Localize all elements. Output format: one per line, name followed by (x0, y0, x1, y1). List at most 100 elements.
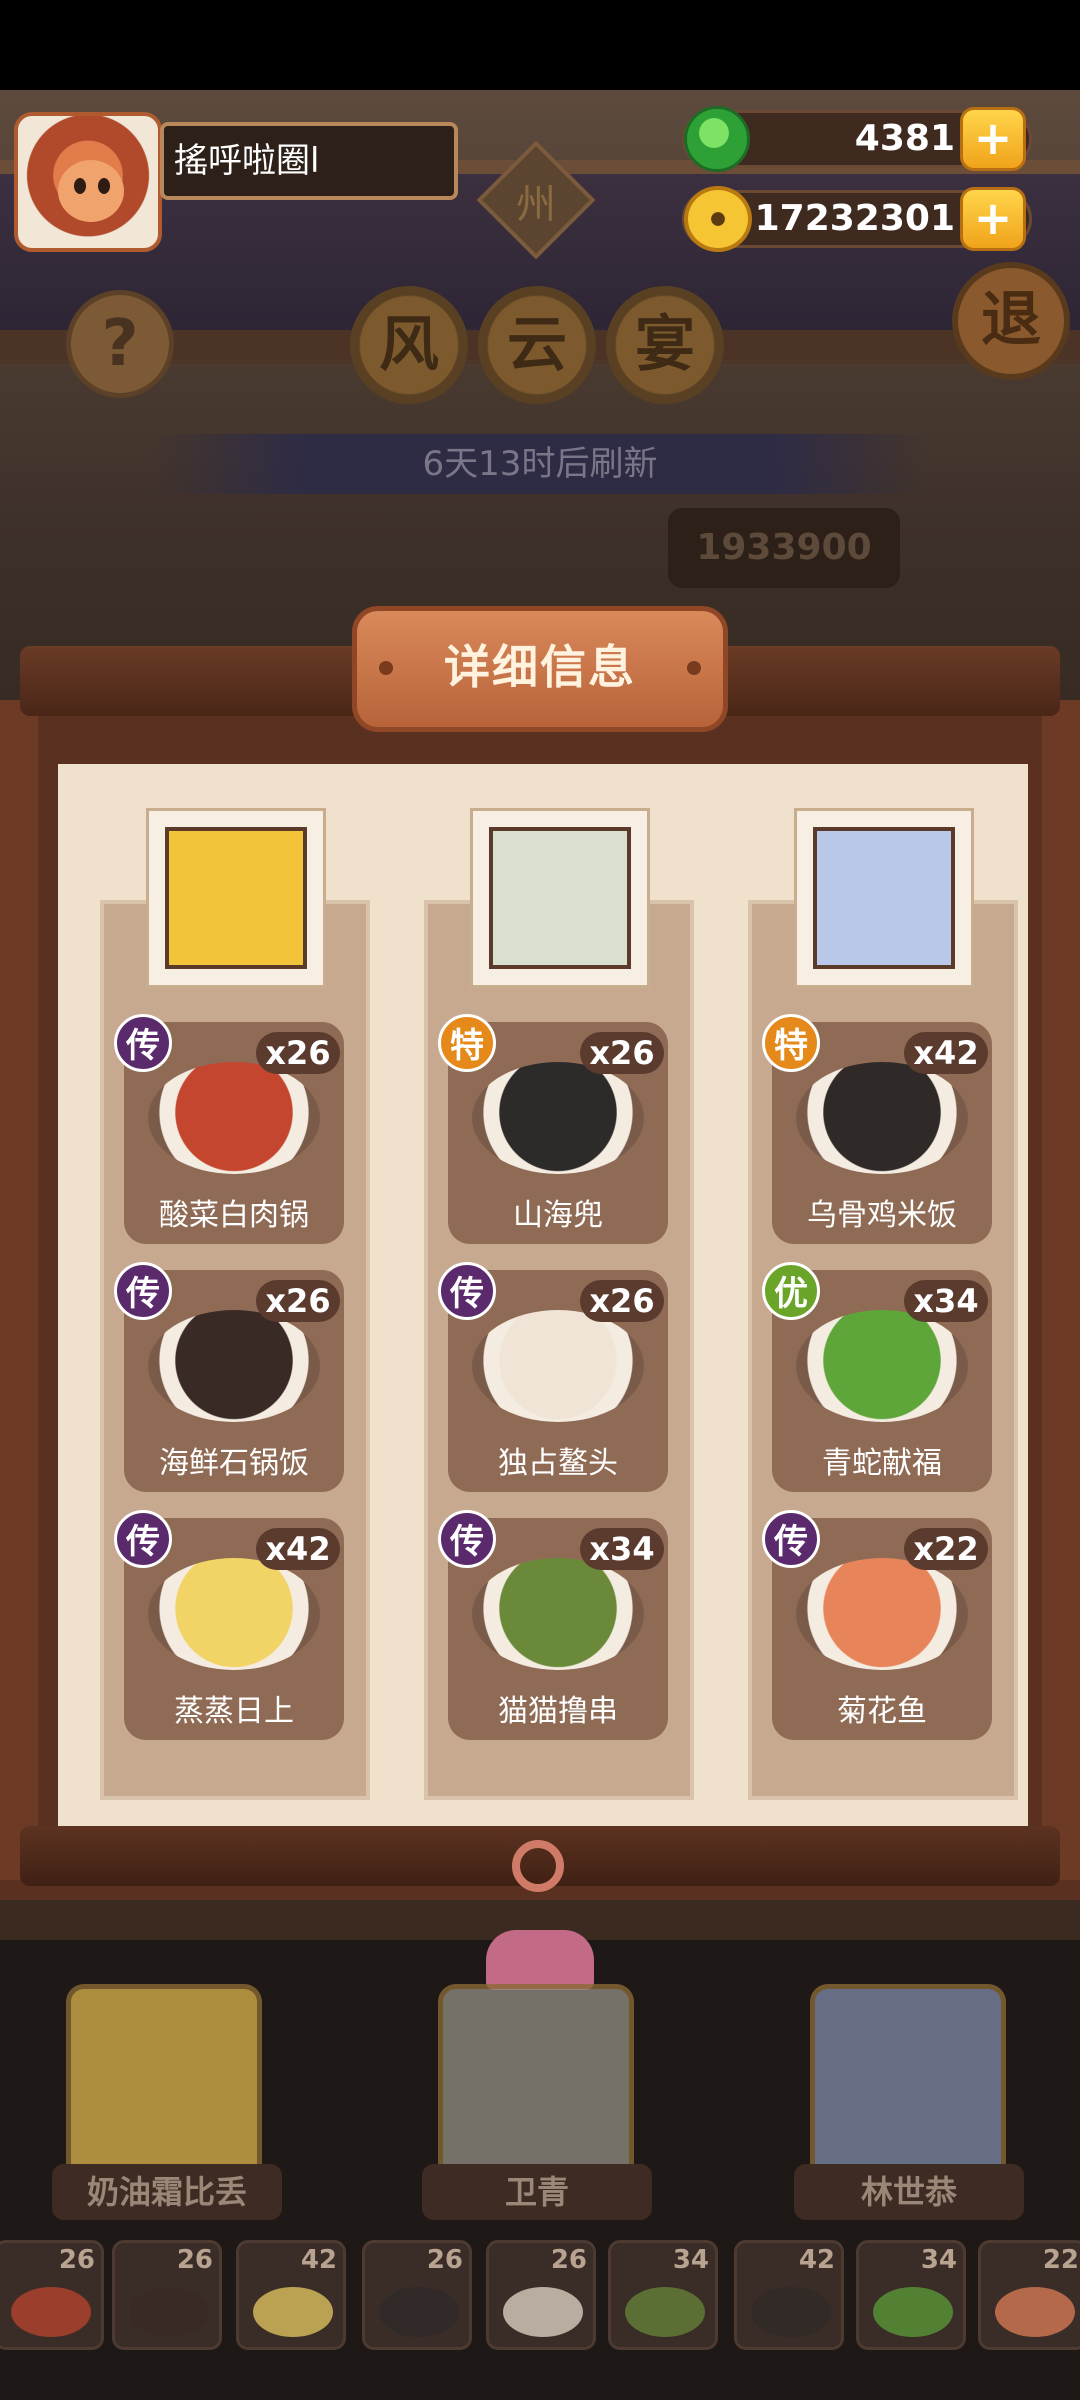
avatar-eye (74, 178, 86, 194)
banner-dot (379, 661, 393, 675)
dish-image (472, 1062, 644, 1174)
dish-count: x26 (256, 1032, 340, 1074)
dish-count: x22 (904, 1528, 988, 1570)
dish-strip-item[interactable]: 26 (112, 2240, 222, 2350)
dish-count: x34 (904, 1280, 988, 1322)
dish-strip-count: 42 (300, 2245, 337, 2275)
avatar-eye (98, 178, 110, 194)
chef-card-2[interactable] (438, 1984, 634, 2184)
dish-image (796, 1558, 968, 1670)
chef-card-3[interactable] (810, 1984, 1006, 2184)
dish-strip-item[interactable]: 26 (486, 2240, 596, 2350)
dish-name: 海鲜石锅饭 (159, 1446, 309, 1481)
dish-strip-count: 42 (798, 2245, 835, 2275)
add-jade-button[interactable]: + (960, 107, 1026, 171)
dish-name: 乌骨鸡米饭 (807, 1198, 957, 1233)
player-avatar[interactable] (14, 112, 162, 252)
refresh-countdown: 6天13时后刷新 (150, 434, 930, 494)
dish-image (472, 1558, 644, 1670)
help-button[interactable]: ? (66, 290, 174, 398)
banner-dot (687, 661, 701, 675)
grade-badge: 传 (114, 1014, 172, 1072)
dish-name: 猫猫撸串 (498, 1694, 618, 1729)
chef-portrait-image (813, 827, 955, 969)
dish-strip-image (751, 2287, 831, 2337)
dish-strip-item[interactable]: 22 (978, 2240, 1080, 2350)
dish-strip-item[interactable]: 34 (856, 2240, 966, 2350)
chef-name-2: 卫青 (422, 2164, 652, 2220)
dish-image (148, 1558, 320, 1670)
dish-name: 独占鳌头 (498, 1446, 618, 1481)
dish-strip-item[interactable]: 26 (362, 2240, 472, 2350)
dish-count: x42 (904, 1032, 988, 1074)
dish-strip-item[interactable]: 42 (236, 2240, 346, 2350)
event-title-char-1: 风 (350, 286, 468, 404)
score-display: 1933900 (668, 508, 900, 588)
panel-title: 详细信息 (352, 606, 728, 732)
dish-name: 山海兜 (513, 1198, 603, 1233)
dish-image (148, 1062, 320, 1174)
knot-ornament (478, 1840, 602, 1990)
dish-image (148, 1310, 320, 1422)
dish-strip-item[interactable]: 42 (734, 2240, 844, 2350)
jade-icon (684, 106, 750, 172)
chef-name-1: 奶油霜比丢 (52, 2164, 282, 2220)
player-name: 搖呼啦圈l (160, 122, 458, 200)
dish-strip-count: 26 (550, 2245, 587, 2275)
dish-image (472, 1310, 644, 1422)
chef-name-3: 林世恭 (794, 2164, 1024, 2220)
dish-count: x34 (580, 1528, 664, 1570)
chef-portrait-image (165, 827, 307, 969)
dish-strip-image (625, 2287, 705, 2337)
chef-card-1[interactable] (66, 1984, 262, 2184)
dish-strip-count: 34 (672, 2245, 709, 2275)
chef-portrait-3[interactable] (794, 808, 974, 988)
exit-button[interactable]: 退 (952, 262, 1070, 380)
chef-portrait-2[interactable] (470, 808, 650, 988)
dish-strip-item[interactable]: 26 (0, 2240, 104, 2350)
dish-image (796, 1062, 968, 1174)
dish-strip-image (253, 2287, 333, 2337)
event-title-char-2: 云 (478, 286, 596, 404)
dish-count: x42 (256, 1528, 340, 1570)
grade-badge: 特 (438, 1014, 496, 1072)
dish-strip-image (379, 2287, 459, 2337)
dish-count: x26 (256, 1280, 340, 1322)
scroll-frame-left (0, 700, 38, 1880)
dish-strip-count: 26 (426, 2245, 463, 2275)
chef-portrait-1[interactable] (146, 808, 326, 988)
status-bar (0, 0, 1080, 90)
dish-strip-image (503, 2287, 583, 2337)
dish-strip-image (11, 2287, 91, 2337)
dish-name: 蒸蒸日上 (174, 1694, 294, 1729)
dish-strip-item[interactable]: 34 (608, 2240, 718, 2350)
dish-strip-count: 26 (58, 2245, 95, 2275)
grade-badge: 传 (438, 1510, 496, 1568)
add-coins-button[interactable]: + (960, 187, 1026, 251)
grade-badge: 特 (762, 1014, 820, 1072)
grade-badge: 传 (762, 1510, 820, 1568)
avatar-face (58, 160, 124, 222)
dish-strip-count: 34 (920, 2245, 957, 2275)
panel-title-text: 详细信息 (444, 640, 636, 694)
knot-tassel (486, 1930, 594, 1990)
dish-strip-count: 22 (1042, 2245, 1079, 2275)
dish-name: 青蛇献福 (822, 1446, 942, 1481)
dish-strip-image (129, 2287, 209, 2337)
chef-portrait-image (489, 827, 631, 969)
dish-strip-count: 26 (176, 2245, 213, 2275)
dish-strip-image (873, 2287, 953, 2337)
dish-image (796, 1310, 968, 1422)
grade-badge: 传 (438, 1262, 496, 1320)
coin-icon (684, 186, 752, 252)
event-title-char-3: 宴 (606, 286, 724, 404)
region-sign-label: 州 (516, 182, 556, 228)
dish-name: 酸菜白肉锅 (159, 1198, 309, 1233)
scroll-frame-right (1042, 700, 1080, 1880)
dish-strip-image (995, 2287, 1075, 2337)
dish-count: x26 (580, 1280, 664, 1322)
dish-name: 菊花鱼 (837, 1694, 927, 1729)
grade-badge: 传 (114, 1262, 172, 1320)
dish-count: x26 (580, 1032, 664, 1074)
grade-badge: 传 (114, 1510, 172, 1568)
